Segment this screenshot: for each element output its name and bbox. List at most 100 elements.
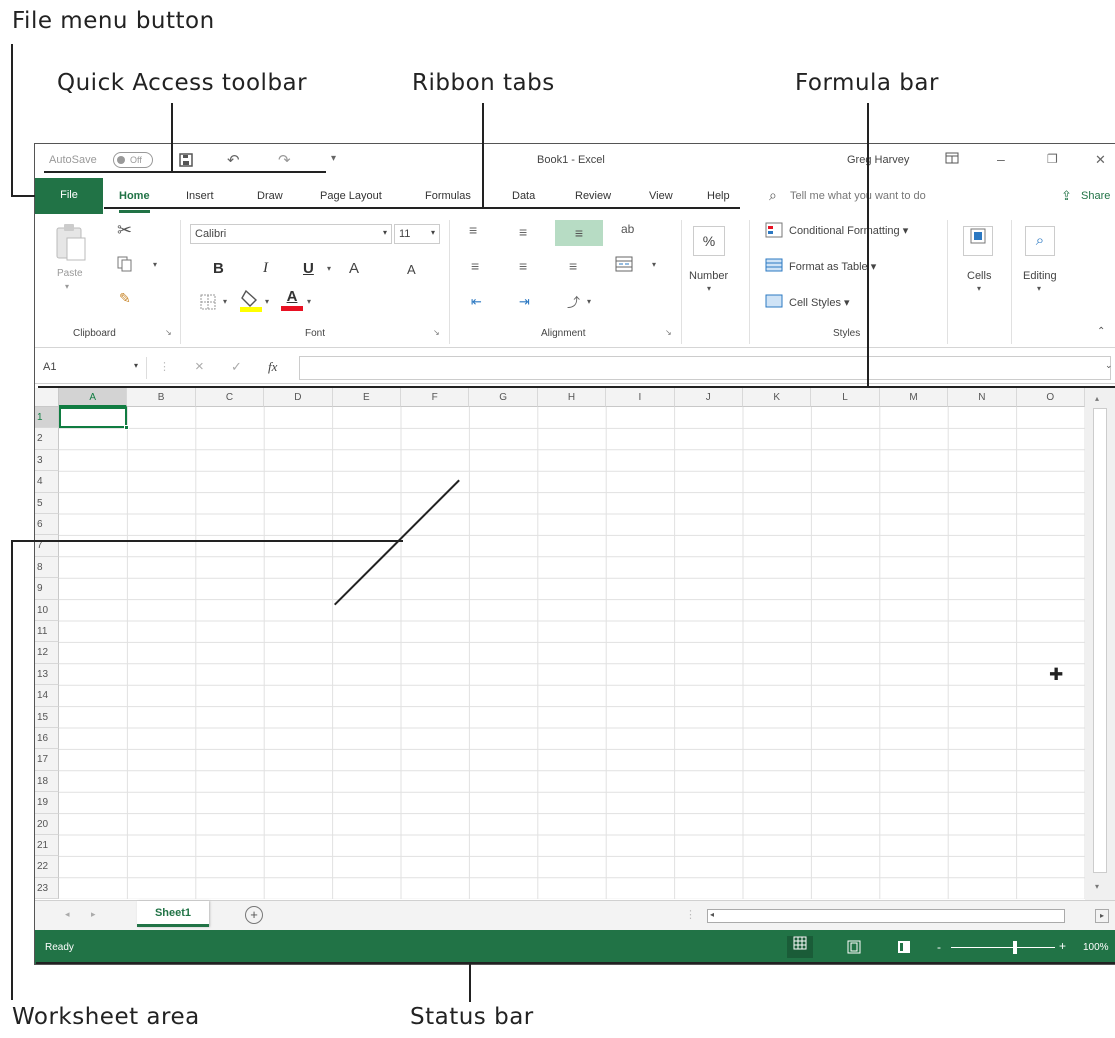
editing-icon[interactable]: ⌕ [1025,226,1055,256]
merge-dropdown-icon[interactable]: ▾ [652,260,656,269]
clipboard-launcher-icon[interactable]: ↘ [165,328,172,337]
tab-home[interactable]: Home [119,190,150,213]
customize-qat-icon[interactable]: ▾ [331,153,336,164]
tab-data[interactable]: Data [512,190,535,202]
row-header[interactable]: 14 [35,685,59,707]
formula-input[interactable] [299,356,1111,380]
row-header[interactable]: 9 [35,578,59,600]
column-header[interactable]: E [332,388,401,407]
paste-icon[interactable] [53,222,87,265]
redo-icon[interactable]: ↷ [278,151,291,169]
fill-color-icon[interactable] [240,288,262,315]
row-header[interactable]: 13 [35,663,59,686]
horizontal-scrollbar[interactable]: ◂ [707,909,1065,923]
scroll-right-arrow-icon[interactable]: ▸ [1095,909,1109,923]
expand-formula-bar-icon[interactable]: ⌄ [1105,360,1113,371]
increase-indent-icon[interactable]: ⇥ [519,294,530,310]
conditional-formatting-button[interactable]: Conditional Formatting ▾ [789,224,908,237]
format-as-table-icon[interactable] [765,258,783,275]
column-header[interactable]: I [606,388,675,407]
column-header[interactable]: K [743,388,812,407]
undo-icon[interactable]: ↶ [227,151,240,169]
paste-button[interactable]: Paste [57,268,83,279]
decrease-indent-icon[interactable]: ⇤ [471,294,482,310]
wrap-text-button[interactable]: ab [621,222,634,236]
zoom-out-button[interactable]: - [937,940,941,954]
column-header[interactable]: F [401,388,470,407]
tab-insert[interactable]: Insert [186,190,214,202]
close-button[interactable]: ✕ [1095,152,1106,168]
cells-button[interactable]: Cells [967,270,991,282]
cells-icon[interactable] [963,226,993,256]
save-icon[interactable] [178,152,194,171]
copy-dropdown-icon[interactable]: ▾ [153,260,157,269]
bold-button[interactable]: B [213,260,224,277]
row-header[interactable]: 1 [35,407,59,429]
italic-button[interactable]: I [263,260,268,277]
worksheet-grid[interactable]: A B C D E F G H I J K L M N O 1 2 3 4 5 6 7 8 9 10 11 12 13 14 15 16 17… [35,388,1115,900]
row-header[interactable]: 21 [35,835,59,857]
row-header[interactable]: 8 [35,556,59,579]
row-header[interactable]: 17 [35,749,59,771]
column-header[interactable]: C [195,388,265,407]
row-header[interactable]: 12 [35,642,59,664]
column-header[interactable]: A [59,388,128,407]
cells-dropdown-icon[interactable]: ▾ [977,284,981,293]
column-header[interactable]: G [469,388,538,407]
tell-me-search[interactable]: Tell me what you want to do [790,190,926,202]
orientation-icon[interactable]: ⤴ [567,292,580,311]
scroll-thumb[interactable] [1093,408,1107,873]
underline-dropdown-icon[interactable]: ▾ [327,264,331,273]
tab-view[interactable]: View [649,190,673,202]
zoom-slider-thumb[interactable] [1013,941,1017,954]
page-break-view-button[interactable] [897,940,911,957]
file-menu-button[interactable]: File [35,178,103,214]
font-color-icon[interactable]: A [281,288,303,311]
ribbon-display-options-icon[interactable] [945,152,959,167]
cell-styles-icon[interactable] [765,294,783,311]
share-button[interactable]: Share [1081,190,1110,202]
column-header[interactable]: J [674,388,743,407]
fill-color-dropdown-icon[interactable]: ▾ [265,297,269,306]
bottom-align-icon[interactable]: ≡ [555,220,603,246]
row-header[interactable]: 20 [35,813,59,835]
tab-split-grip[interactable]: ⋮ [685,908,696,921]
zoom-in-button[interactable]: + [1059,939,1066,953]
autosave-toggle[interactable]: Off [113,152,153,168]
prev-sheet-icon[interactable]: ◂ [65,909,70,920]
normal-view-button[interactable] [787,936,813,958]
cell-styles-button[interactable]: Cell Styles ▾ [789,296,850,309]
row-header[interactable]: 23 [35,877,59,900]
column-header[interactable]: N [948,388,1017,407]
sheet-tab-sheet1[interactable]: Sheet1 [137,901,209,927]
tab-formulas[interactable]: Formulas [425,190,471,202]
font-color-dropdown-icon[interactable]: ▾ [307,297,311,306]
copy-icon[interactable] [117,256,133,275]
cut-icon[interactable]: ✂ [117,220,132,241]
scroll-up-arrow-icon[interactable]: ▴ [1095,394,1099,403]
vertical-scrollbar[interactable]: ▴ ▾ [1085,388,1115,900]
row-header[interactable]: 2 [35,428,59,450]
tab-help[interactable]: Help [707,190,730,202]
tab-draw[interactable]: Draw [257,190,283,202]
orientation-dropdown-icon[interactable]: ▾ [587,297,591,306]
cancel-entry-button[interactable]: × [195,358,204,375]
fill-handle[interactable] [124,425,130,431]
format-as-table-button[interactable]: Format as Table ▾ [789,260,876,273]
zoom-level[interactable]: 100% [1083,942,1109,953]
editing-button[interactable]: Editing [1023,270,1057,282]
column-header[interactable]: M [879,388,949,407]
enter-button[interactable]: ✓ [231,359,242,375]
top-align-icon[interactable]: ≡ [469,222,477,238]
editing-dropdown-icon[interactable]: ▾ [1037,284,1041,293]
conditional-formatting-icon[interactable] [765,222,783,241]
add-sheet-button[interactable]: + [245,906,263,924]
scroll-down-arrow-icon[interactable]: ▾ [1095,882,1099,891]
font-name-dropdown[interactable]: Calibri ▾ [190,224,392,244]
row-header[interactable]: 6 [35,514,59,536]
row-header[interactable]: 15 [35,706,59,728]
row-header[interactable]: 10 [35,599,59,621]
font-size-dropdown[interactable]: 11 ▾ [394,224,440,244]
active-cell-a1[interactable] [59,407,130,431]
align-left-icon[interactable]: ≡ [471,258,479,274]
